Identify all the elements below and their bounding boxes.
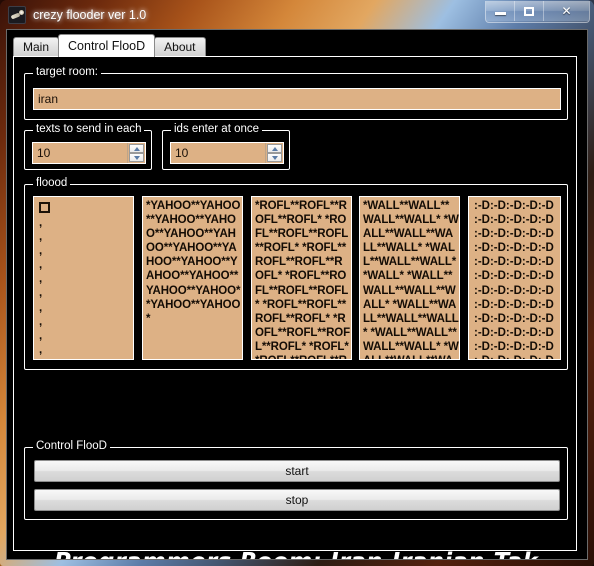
- list-item[interactable]: :-D:-D:-D:-D:-D: [472, 298, 560, 312]
- chevron-down-icon: [271, 155, 278, 160]
- list-item[interactable]: ,: [37, 216, 133, 230]
- tab-main-label: Main: [23, 40, 50, 54]
- target-room-group: target room: iran: [24, 66, 568, 120]
- text-column-4-box[interactable]: :-D:-D:-D:-D:-D :-D:-D:-D:-D:-D :-D:-D:-…: [468, 196, 561, 360]
- control-flood-group: Control FlooD start stop: [24, 440, 568, 520]
- list-item[interactable]: ,: [37, 244, 133, 258]
- maximize-icon: [515, 1, 543, 21]
- list-item[interactable]: ,: [37, 272, 133, 286]
- target-room-input[interactable]: iran: [33, 88, 561, 110]
- control-flood-group-label: Control FlooD: [33, 440, 110, 452]
- select-all-checkbox[interactable]: [39, 202, 50, 213]
- tab-about-label: About: [164, 40, 196, 54]
- ids-at-once-decrement[interactable]: [267, 153, 282, 162]
- client-area: Main Control FlooD About target room: ir…: [6, 29, 588, 560]
- tab-about[interactable]: About: [154, 37, 206, 56]
- window-title: crezy flooder ver 1.0: [33, 7, 147, 22]
- target-room-value: iran: [38, 92, 59, 106]
- start-button[interactable]: start: [34, 460, 560, 482]
- list-item[interactable]: ,: [37, 258, 133, 272]
- texts-to-send-stepper[interactable]: 10: [32, 142, 146, 164]
- text-column-2-box[interactable]: *ROFL**ROFL**ROFL**ROFL* *ROFL**ROFL**RO…: [251, 196, 352, 360]
- rocket-icon: [8, 5, 26, 24]
- ids-at-once-value: 10: [175, 146, 189, 160]
- caption-button-group: ✕: [485, 1, 590, 23]
- floood-group: floood , , , , , , , , , , , , ,: [24, 177, 568, 370]
- list-item[interactable]: ,: [37, 357, 133, 359]
- tab-control-flood-label: Control FlooD: [68, 39, 146, 53]
- list-item[interactable]: ,: [37, 315, 133, 329]
- texts-to-send-group-label: texts to send in each: [33, 123, 145, 135]
- list-item[interactable]: :-D:-D:-D:-D:-D: [472, 199, 560, 213]
- tab-strip: Main Control FlooD About: [13, 34, 206, 57]
- text-column-3-value: *WALL**WALL**WALL**WALL* *WALL**WALL**WA…: [363, 200, 459, 359]
- application-window: crezy flooder ver 1.0 ✕ Main Control Flo…: [0, 0, 594, 566]
- list-item[interactable]: ,: [37, 230, 133, 244]
- texts-to-send-decrement[interactable]: [129, 153, 144, 162]
- text-column-1-value: *YAHOO**YAHOO**YAHOO**YAHOO**YAHOO**YAHO…: [146, 200, 241, 325]
- ids-at-once-spin: [265, 143, 283, 163]
- list-item[interactable]: ,: [37, 329, 133, 343]
- texts-to-send-increment[interactable]: [129, 144, 144, 153]
- footer-banner: Programmers Room: Iran.Iranian.Tak: [14, 549, 578, 559]
- text-column-2-value: *ROFL**ROFL**ROFL**ROFL* *ROFL**ROFL**RO…: [255, 200, 351, 359]
- list-item[interactable]: :-D:-D:-D:-D:-D: [472, 241, 560, 255]
- list-item[interactable]: :-D:-D:-D:-D:-D: [472, 227, 560, 241]
- texts-to-send-value: 10: [37, 146, 51, 160]
- ids-at-once-group: ids enter at once 10: [162, 123, 290, 170]
- stop-button[interactable]: stop: [34, 489, 560, 511]
- list-item[interactable]: ,: [37, 286, 133, 300]
- target-room-group-label: target room:: [33, 66, 101, 78]
- list-item[interactable]: :-D:-D:-D:-D:-D: [472, 326, 560, 340]
- ids-at-once-increment[interactable]: [267, 144, 282, 153]
- ids-at-once-group-label: ids enter at once: [171, 123, 263, 135]
- close-icon: ✕: [561, 4, 572, 18]
- list-item[interactable]: :-D:-D:-D:-D:-D: [472, 255, 560, 269]
- ids-listbox[interactable]: , , , , , , , , , , , , ,: [33, 196, 134, 360]
- text-column-1-box[interactable]: *YAHOO**YAHOO**YAHOO**YAHOO**YAHOO**YAHO…: [142, 196, 243, 360]
- text-column-3-box[interactable]: *WALL**WALL**WALL**WALL* *WALL**WALL**WA…: [359, 196, 460, 360]
- ids-at-once-stepper[interactable]: 10: [170, 142, 284, 164]
- maximize-button[interactable]: [515, 1, 544, 21]
- close-button[interactable]: ✕: [544, 1, 589, 21]
- start-button-label: start: [285, 464, 309, 478]
- list-item[interactable]: :-D:-D:-D:-D:-D: [472, 269, 560, 283]
- chevron-down-icon: [133, 155, 140, 160]
- title-bar[interactable]: crezy flooder ver 1.0 ✕: [0, 0, 594, 29]
- tab-main[interactable]: Main: [13, 37, 60, 56]
- tab-control-flood[interactable]: Control FlooD: [58, 34, 156, 57]
- texts-to-send-group: texts to send in each 10: [24, 123, 152, 170]
- stop-button-label: stop: [285, 493, 309, 507]
- list-item[interactable]: :-D:-D:-D:-D:-D: [472, 340, 560, 354]
- texts-to-send-spin: [127, 143, 145, 163]
- chevron-up-icon: [271, 146, 278, 151]
- list-item[interactable]: ,: [37, 301, 133, 315]
- minimize-button[interactable]: [486, 1, 515, 21]
- chevron-up-icon: [133, 146, 140, 151]
- list-item[interactable]: :-D:-D:-D:-D:-D: [472, 312, 560, 326]
- list-item[interactable]: ,: [37, 343, 133, 357]
- tab-page-control-flood: target room: iran texts to send in each …: [13, 56, 577, 559]
- minimize-icon: [486, 1, 514, 21]
- list-item[interactable]: :-D:-D:-D:-D:-D: [472, 354, 560, 359]
- list-item[interactable]: :-D:-D:-D:-D:-D: [472, 213, 560, 227]
- list-item[interactable]: :-D:-D:-D:-D:-D: [472, 284, 560, 298]
- floood-group-label: floood: [33, 177, 71, 189]
